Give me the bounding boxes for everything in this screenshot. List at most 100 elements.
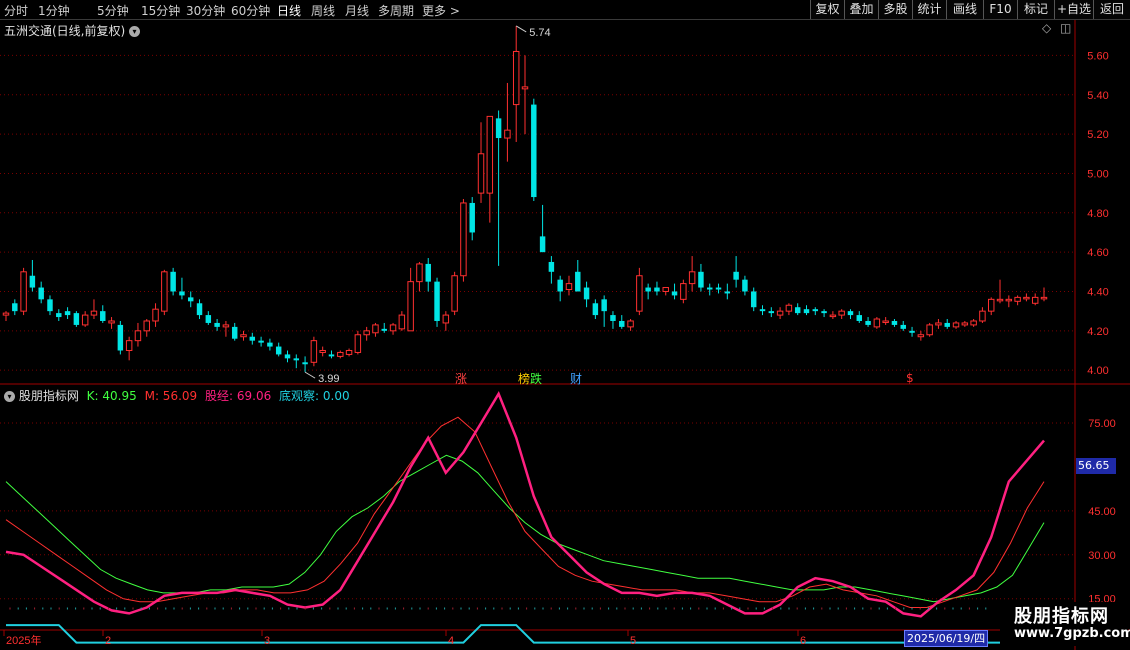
candle-body: [152, 308, 159, 322]
event-marker-dollar[interactable]: $: [906, 371, 914, 385]
candle-body: [425, 263, 431, 282]
candle-body: [416, 263, 423, 283]
candle-body: [926, 324, 933, 336]
candle-body: [319, 349, 326, 353]
candle-body: [477, 153, 485, 194]
axis-labels: 5.60 5.40 5.20 5.00 4.80 4.60 4.40 4.20 4.00 5.74…: [3, 25, 1116, 647]
candle-body: [961, 322, 969, 326]
price-tick-label: 4.20: [1087, 326, 1108, 338]
candle-body: [451, 275, 458, 312]
candle-body: [909, 330, 915, 333]
period-tab-weekly[interactable]: 周线: [311, 2, 335, 19]
add-watchlist-button[interactable]: +自选: [1054, 0, 1093, 19]
candle-body: [750, 291, 757, 308]
period-tab-1min[interactable]: 1分钟: [38, 2, 70, 19]
event-marker-list-text: 榜: [518, 372, 531, 386]
candle-body: [90, 310, 98, 316]
candle-body: [548, 261, 555, 272]
candle-body: [179, 291, 185, 296]
candle-body: [944, 322, 950, 327]
indicator-current-badge: 56.65: [1076, 458, 1116, 474]
date-tick-label: 4: [448, 635, 454, 647]
period-tab-fenshi[interactable]: 分时: [4, 2, 28, 19]
price-tick-label: 4.00: [1087, 365, 1108, 377]
period-tab-monthly[interactable]: 月线: [345, 2, 369, 19]
chevron-down-icon[interactable]: ▾: [4, 391, 15, 402]
event-marker-finance[interactable]: 财: [570, 370, 582, 387]
candlestick-series: [2, 25, 1048, 373]
f10-button[interactable]: F10: [983, 0, 1017, 19]
event-marker-rise-text: 涨: [455, 372, 468, 386]
candle-body: [504, 129, 511, 139]
watermark: 股朋指标网 www.7gpzb.com: [1000, 602, 1130, 646]
candle-body: [47, 299, 53, 312]
candle-body: [856, 315, 862, 321]
candle-body: [363, 330, 370, 336]
indicator-k-value: K: 40.95: [86, 389, 137, 403]
candle-body: [284, 354, 291, 359]
candle-body: [389, 324, 397, 332]
back-button[interactable]: 返回: [1093, 0, 1130, 19]
period-tab-30min[interactable]: 30分钟: [186, 2, 225, 19]
candle-body: [838, 310, 845, 316]
period-tab-60min[interactable]: 60分钟: [231, 2, 270, 19]
event-marker-list[interactable]: 榜跌: [518, 370, 542, 387]
candle-body: [81, 314, 89, 326]
date-tick-label: 2: [105, 635, 111, 647]
candle-body: [592, 303, 599, 316]
candle-body: [917, 334, 925, 338]
event-marker-fall-text: 跌: [530, 372, 543, 386]
candle-body: [1031, 296, 1039, 304]
candle-body: [952, 322, 960, 328]
candle-body: [64, 311, 71, 316]
period-tab-15min[interactable]: 15分钟: [141, 2, 180, 19]
candle-body: [1005, 298, 1013, 302]
candle-body: [785, 304, 793, 312]
candle-body: [1014, 296, 1021, 302]
candle-body: [794, 307, 801, 314]
candle-body: [891, 320, 898, 325]
candle-body: [996, 298, 1004, 302]
candle-body: [654, 287, 660, 292]
period-tab-daily[interactable]: 日线: [277, 2, 301, 19]
overlay-button[interactable]: 叠加: [844, 0, 878, 19]
candle-body: [108, 320, 115, 324]
date-tick-label: 5: [630, 635, 636, 647]
candle-body: [539, 236, 546, 253]
mark-button[interactable]: 标记: [1017, 0, 1054, 19]
candle-body: [759, 309, 766, 312]
candle-body: [636, 275, 643, 312]
chevron-down-icon[interactable]: ▾: [129, 26, 141, 37]
candle-body: [495, 118, 502, 139]
period-tab-more[interactable]: 更多 >: [422, 2, 460, 19]
diamond-icon[interactable]: ◇: [1042, 21, 1051, 35]
price-tick-label: 5.60: [1087, 50, 1108, 62]
period-tab-5min[interactable]: 5分钟: [97, 2, 129, 19]
candle-body: [557, 279, 563, 292]
candle-body: [521, 86, 529, 90]
candle-body: [979, 310, 986, 322]
kline-chart[interactable]: 5.60 5.40 5.20 5.00 4.80 4.60 4.40 4.20 4.00 5.74…: [0, 20, 1130, 650]
indicator-series: [5, 390, 1045, 644]
candle-body: [196, 303, 203, 316]
candle-body: [249, 336, 256, 341]
event-marker-rise[interactable]: 涨: [455, 370, 467, 387]
candle-body: [398, 314, 406, 330]
draw-line-button[interactable]: 画线: [946, 0, 983, 19]
candle-body: [20, 271, 27, 312]
multi-stock-button[interactable]: 多股: [878, 0, 912, 19]
candle-body: [610, 315, 616, 321]
event-marker-dollar-text: $: [906, 371, 914, 385]
candle-body: [134, 330, 142, 342]
candle-body: [776, 310, 784, 316]
candle-body: [240, 334, 247, 338]
period-tab-multi[interactable]: 多周期: [378, 2, 414, 19]
panel-toggle-icon[interactable]: ◫: [1060, 21, 1071, 35]
candle-body: [407, 281, 414, 332]
candle-body: [170, 271, 176, 292]
candle-body: [688, 271, 696, 285]
adjust-button[interactable]: 复权: [810, 0, 844, 19]
candle-body: [987, 298, 995, 312]
candle-body: [161, 271, 168, 312]
statistics-button[interactable]: 统计: [912, 0, 946, 19]
